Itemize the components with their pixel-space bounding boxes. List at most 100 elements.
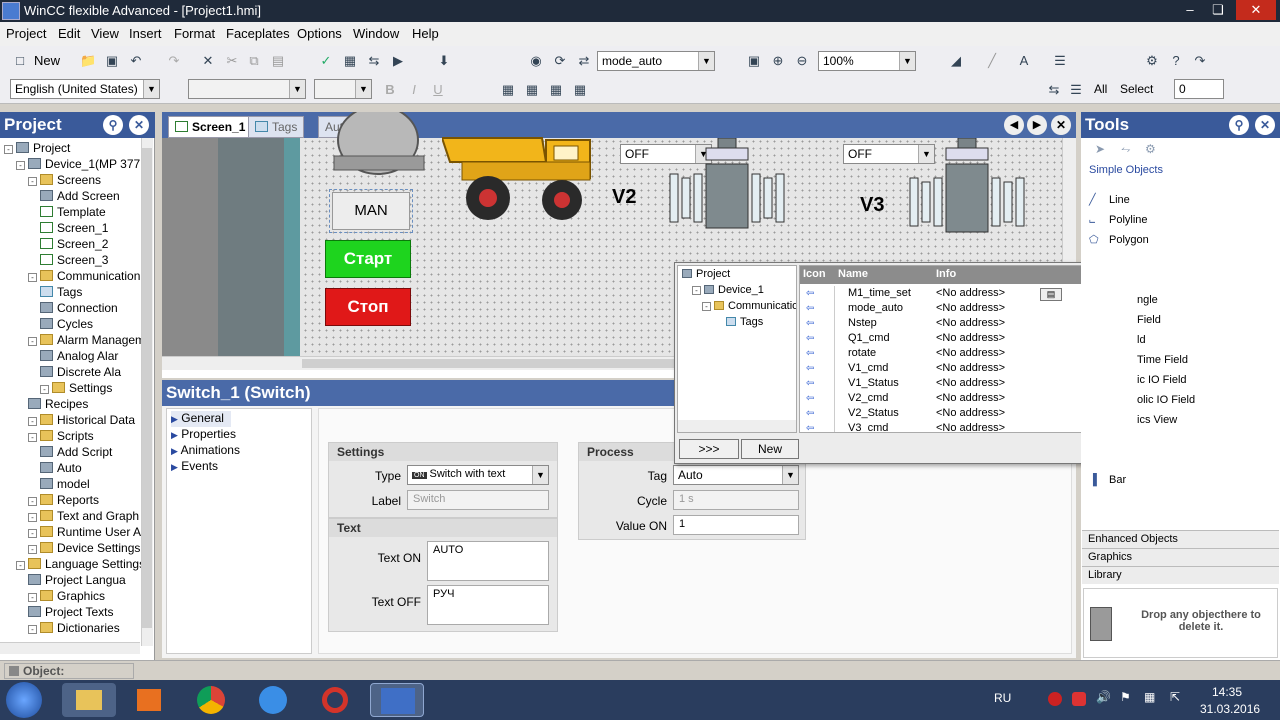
layer-spin[interactable]: 0 — [1174, 79, 1224, 99]
tree-item[interactable]: Discrete Ala — [40, 364, 121, 380]
tree-item[interactable]: Tags — [40, 284, 82, 300]
zoom-in-icon[interactable]: ⊕ — [770, 53, 786, 69]
col-icon[interactable]: Icon — [803, 268, 826, 280]
collapse-icon[interactable]: - — [28, 177, 37, 186]
tool-label[interactable]: Time Field — [1137, 350, 1188, 370]
menu-window[interactable]: Window — [353, 26, 399, 41]
tab-tags[interactable]: Tags — [248, 116, 305, 138]
help-icon[interactable]: ? — [1168, 53, 1184, 69]
tag-row[interactable]: ⇦ V3_cmd <No address> — [800, 421, 1120, 432]
tool-label[interactable]: ld — [1137, 330, 1146, 350]
menu-format[interactable]: Format — [174, 26, 215, 41]
tab-screen-1[interactable]: Screen_1 — [168, 116, 253, 138]
tag-row[interactable]: ⇦ V2_Status <No address> — [800, 406, 1120, 421]
download-icon[interactable]: ⬇ — [436, 53, 452, 69]
tree-item[interactable]: - Scripts — [28, 428, 94, 444]
tree-item[interactable]: Analog Alar — [40, 348, 118, 364]
restore-button[interactable]: ❏ — [1204, 0, 1232, 20]
new-tag-button[interactable]: New — [741, 439, 799, 459]
tree-item[interactable]: - Runtime User A — [28, 524, 141, 540]
line-color-icon[interactable]: ╱ — [984, 53, 1000, 69]
tree-item[interactable]: Cycles — [40, 316, 93, 332]
collapse-icon[interactable]: - — [28, 273, 37, 282]
tag-row[interactable]: ⇦ rotate <No address> — [800, 346, 1120, 361]
nav-properties[interactable]: ▶ Properties — [171, 427, 236, 443]
collapse-icon[interactable]: - — [28, 497, 37, 506]
tree-item[interactable]: Template — [40, 204, 106, 220]
tree-item[interactable]: - Language Settings — [16, 556, 142, 572]
fill-color-icon[interactable]: ◢ — [948, 53, 964, 69]
volume-icon[interactable]: 🔊 — [1096, 690, 1111, 704]
transfer-icon[interactable]: ⇆ — [366, 53, 382, 69]
tree-item[interactable]: - Project — [4, 140, 70, 156]
tool-label[interactable]: ngle — [1137, 290, 1158, 310]
start-orb-icon[interactable] — [6, 682, 42, 718]
tree-item[interactable]: - Settings — [40, 380, 112, 396]
type-combo[interactable]: ON Switch with text ▼ — [407, 465, 549, 485]
find-icon[interactable]: ◉ — [528, 53, 544, 69]
group-icon[interactable]: ▦ — [500, 82, 516, 98]
tree-item[interactable]: - Communication — [28, 268, 140, 284]
menu-faceplates[interactable]: Faceplates — [226, 26, 290, 41]
network-icon[interactable]: ▦ — [1144, 690, 1155, 704]
tree-item[interactable]: Auto — [40, 460, 82, 476]
zoom-combo[interactable]: 100% ▼ — [818, 51, 916, 71]
explorer-taskbar-icon[interactable] — [62, 683, 116, 717]
collapse-icon[interactable]: - — [28, 337, 37, 346]
collapse-icon[interactable]: - — [692, 286, 701, 295]
tree-item[interactable]: model — [40, 476, 90, 492]
start-button[interactable]: Старт — [325, 240, 411, 278]
label-field[interactable]: Switch — [407, 490, 549, 510]
menu-options[interactable]: Options — [297, 26, 342, 41]
man-switch[interactable]: MAN — [329, 189, 413, 233]
open-icon[interactable]: 📁 — [80, 53, 96, 69]
collapse-icon[interactable]: - — [702, 302, 711, 311]
compile-icon[interactable]: ▦ — [342, 53, 358, 69]
tree-scroll-thumb[interactable] — [142, 148, 152, 628]
underline-icon[interactable]: U — [430, 82, 446, 98]
tree-item[interactable]: Project Langua — [28, 572, 126, 588]
prev-tab-icon[interactable]: ◀ — [1004, 115, 1024, 135]
tree-item[interactable]: Connection — [40, 300, 118, 316]
pin-icon[interactable]: ⚲ — [103, 115, 123, 135]
tag-row[interactable]: ⇦ V1_Status <No address> — [800, 376, 1120, 391]
tag-row[interactable]: ⇦ V2_cmd <No address> — [800, 391, 1120, 406]
nav-general[interactable]: ▶ General — [171, 411, 231, 427]
tag-combo[interactable]: Auto ▼ — [673, 465, 799, 485]
collapse-icon[interactable]: - — [4, 145, 13, 154]
dlg-tree-communication[interactable]: - Communication — [702, 300, 796, 312]
close-panel-icon[interactable]: ✕ — [129, 115, 149, 135]
menu-help[interactable]: Help — [412, 26, 439, 41]
media-taskbar-icon[interactable] — [122, 683, 176, 717]
tree-item[interactable]: Screen_2 — [40, 236, 108, 252]
clock-time[interactable]: 14:35 — [1212, 685, 1242, 699]
font-combo[interactable]: ▼ — [188, 79, 306, 99]
all-label[interactable]: All — [1094, 82, 1107, 96]
tree-item[interactable]: - Alarm Managem — [28, 332, 142, 348]
align-icon[interactable]: ▦ — [548, 82, 564, 98]
zoom-out-icon[interactable]: ⊖ — [794, 53, 810, 69]
delete-icon[interactable]: ✕ — [200, 53, 216, 69]
tree-item[interactable]: - Historical Data — [28, 412, 135, 428]
nav-animations[interactable]: ▶ Animations — [171, 443, 240, 459]
ungroup-icon[interactable]: ▦ — [524, 82, 540, 98]
move-icon[interactable]: ⥊ — [1121, 142, 1131, 157]
tool-item[interactable]: ⨽ Polyline — [1089, 210, 1148, 230]
font-color-icon[interactable]: A — [1016, 53, 1032, 69]
tag-row[interactable]: ⇦ Nstep <No address> — [800, 316, 1120, 331]
collapse-icon[interactable]: - — [28, 529, 37, 538]
ccleaner-taskbar-icon[interactable] — [308, 683, 362, 717]
tool-label[interactable]: ics View — [1137, 410, 1177, 430]
text-off-field[interactable]: РУЧ — [427, 585, 549, 625]
transfer-screen-icon[interactable]: ⇄ — [576, 53, 592, 69]
col-name[interactable]: Name — [838, 268, 868, 280]
nav-events[interactable]: ▶ Events — [171, 459, 218, 475]
stop-button[interactable]: Стоп — [325, 288, 411, 326]
tool-label[interactable]: ic IO Field — [1137, 370, 1187, 390]
tree-item[interactable]: Add Script — [40, 444, 112, 460]
collapse-icon[interactable]: - — [28, 417, 37, 426]
tool-item[interactable]: ⬠ Polygon — [1089, 230, 1149, 250]
text-on-field[interactable]: AUTO — [427, 541, 549, 581]
configure-icon[interactable]: ⚙ — [1145, 142, 1156, 156]
pointer-icon[interactable]: ➤ — [1095, 142, 1105, 156]
